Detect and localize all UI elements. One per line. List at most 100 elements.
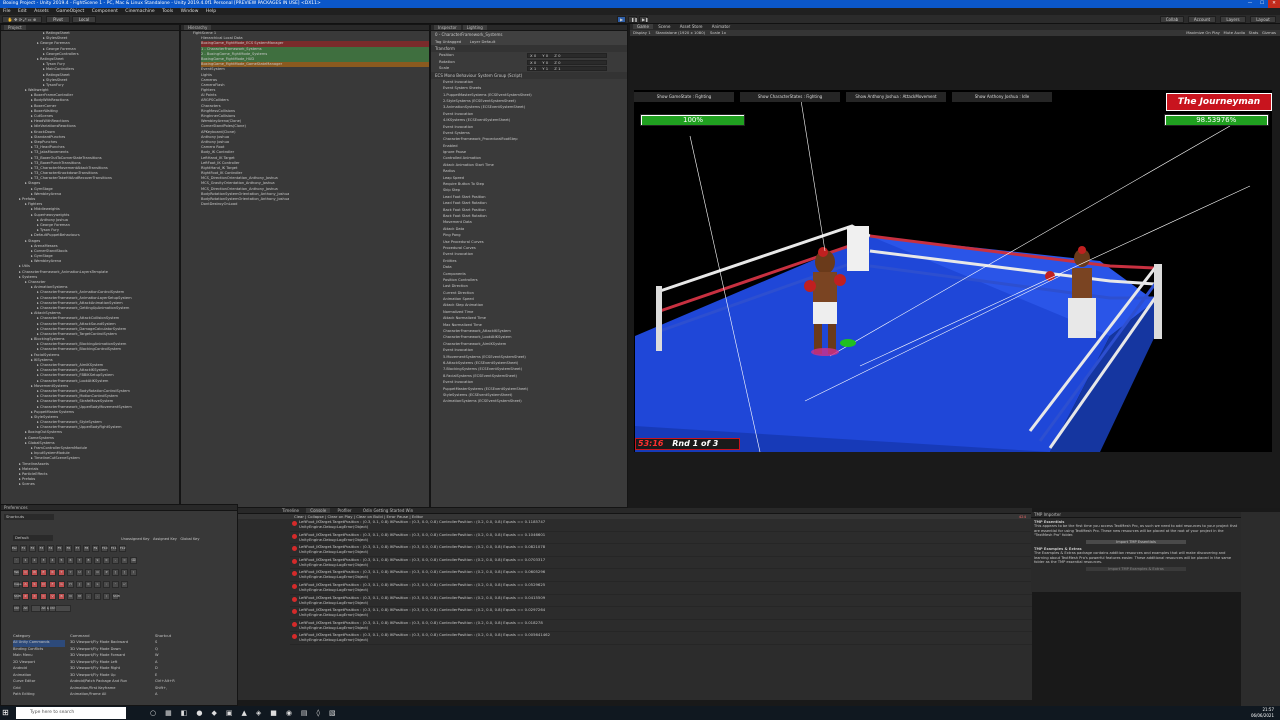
keyboard-layout[interactable]: Esc F1 F2 F3 F4 F5 F6 F7 F8 F9 F10 F11 F12 ` 1 2 3 4 5 6 7 8 9… <box>11 545 236 620</box>
game-view[interactable]: Show GameState : Fighting Show Character… <box>630 36 1280 508</box>
console-log-row[interactable]: LeftFoot_IKTarget.TargetPosition : (0.3,… <box>290 544 1032 557</box>
keyboard-key[interactable]: F <box>49 581 56 588</box>
keyboard-key[interactable]: L <box>94 581 101 588</box>
console-log-row[interactable]: LeftFoot_IKTarget.TargetPosition : (0.3,… <box>290 607 1032 620</box>
keyboard-key[interactable]: [ <box>112 569 119 576</box>
show-gamestate-button[interactable]: Show GameState : Fighting <box>634 92 734 102</box>
rotation-xyz[interactable]: X 0 Y 0 Z 0 <box>527 59 607 65</box>
component-header[interactable]: ECS Mono Behaviour System Group (Script) <box>431 71 627 79</box>
maximize-button[interactable]: ☐ <box>1256 0 1268 8</box>
keyboard-key[interactable]: 0 <box>103 557 110 564</box>
keyboard-key[interactable]: R <box>49 569 56 576</box>
play-button[interactable]: ▶ <box>617 16 626 23</box>
keyboard-key[interactable]: Caps <box>13 581 21 588</box>
tab-hierarchy[interactable]: Hierarchy <box>184 25 212 30</box>
console-log-row[interactable]: LeftFoot_IKTarget.TargetPosition : (0.3,… <box>290 595 1032 608</box>
keyboard-key[interactable]: 8 <box>85 557 92 564</box>
keyboard-key[interactable]: = <box>121 557 128 564</box>
keyboard-key[interactable]: ' <box>112 581 119 588</box>
project-item[interactable]: ▸ Scenes <box>1 482 179 487</box>
keyboard-key[interactable]: . <box>94 593 101 600</box>
keyboard-key[interactable]: ` <box>13 557 20 564</box>
keyboard-key[interactable]: Tab <box>13 569 20 576</box>
keyboard-key[interactable]: J <box>76 581 83 588</box>
keyboard-key[interactable]: E <box>40 569 47 576</box>
tab-lighting[interactable]: Lighting <box>462 25 487 30</box>
keyboard-key[interactable]: F4 <box>47 545 54 552</box>
hierarchy-tree[interactable]: Hierarchical Local Data BoxingGame_FightM… <box>181 36 429 207</box>
console-log-row[interactable]: LeftFoot_IKTarget.TargetPosition : (0.3,… <box>290 632 1032 645</box>
tab-animator[interactable]: Animator <box>708 24 734 29</box>
gizmos-toggle[interactable]: Gizmos <box>1262 30 1276 35</box>
tab-console[interactable]: Console <box>306 508 331 513</box>
taskbar-app-icons[interactable]: ○▦◧●◆▣▲◈■◉▤◊▧ <box>150 709 345 717</box>
keyboard-key[interactable]: / <box>103 593 110 600</box>
keyboard-key[interactable]: P <box>103 569 110 576</box>
windows-start-icon[interactable]: ⊞ <box>2 708 12 718</box>
keyboard-key[interactable]: - <box>112 557 119 564</box>
shortcut-profile-dropdown[interactable]: Default <box>13 535 53 541</box>
category-item[interactable]: Path Editing <box>13 692 65 699</box>
keyboard-key[interactable]: , <box>85 593 92 600</box>
keyboard-key[interactable]: Shift <box>112 593 120 600</box>
close-button[interactable]: ✕ <box>1268 0 1280 8</box>
keyboard-key[interactable]: F1 <box>20 545 27 552</box>
keyboard-key[interactable]: F3 <box>38 545 45 552</box>
keyboard-key[interactable]: F7 <box>74 545 81 552</box>
keyboard-key[interactable]: 7 <box>76 557 83 564</box>
pivot-toggle[interactable]: Pivot <box>46 16 70 23</box>
layout-dropdown[interactable]: Layout <box>1250 16 1276 23</box>
import-tmp-essentials-button[interactable]: Import TMP Essentials <box>1086 539 1186 545</box>
pause-button[interactable]: ❚❚ <box>628 16 638 23</box>
tab-game[interactable]: Game <box>633 24 653 29</box>
keyboard-key[interactable]: \ <box>130 569 137 576</box>
keyboard-key[interactable]: Q <box>22 569 29 576</box>
keyboard-key[interactable]: S <box>31 581 38 588</box>
collab-button[interactable]: Collab <box>1160 16 1184 23</box>
keyboard-key[interactable]: I <box>85 569 92 576</box>
transform-tools[interactable]: ✋ ✥ ⟳ ⤢ ▭ ⊕ <box>2 16 42 23</box>
keyboard-key[interactable]: X <box>31 593 38 600</box>
tab-inspector[interactable]: Inspector <box>434 25 461 30</box>
keyboard-key[interactable]: G <box>58 581 65 588</box>
keyboard-key[interactable]: Alt <box>40 605 47 612</box>
keyboard-key[interactable]: F9 <box>92 545 99 552</box>
command-list[interactable]: 3D Viewport/Fly Mode Backward S 3D Viewpor… <box>70 640 230 699</box>
menu-edit[interactable]: Edit <box>18 9 27 14</box>
keyboard-key[interactable]: K <box>85 581 92 588</box>
menu-assets[interactable]: Assets <box>34 9 49 14</box>
account-dropdown[interactable]: Account <box>1188 16 1216 23</box>
preferences-search[interactable]: Shortcuts <box>4 514 54 520</box>
keyboard-key[interactable]: T <box>58 569 65 576</box>
local-toggle[interactable]: Local <box>72 16 96 23</box>
stats-toggle[interactable]: Stats <box>1249 30 1259 35</box>
console-log-row[interactable]: LeftFoot_IKTarget.TargetPosition : (0.3,… <box>290 519 1032 532</box>
show-idle-button[interactable]: Show Anthony Joshua : Idle <box>952 92 1052 102</box>
keyboard-key[interactable]: F11 <box>110 545 117 552</box>
object-name[interactable]: 0 - CharacterFramework_Systems <box>431 31 627 38</box>
keyboard-key[interactable]: D <box>40 581 47 588</box>
tab-asset-store[interactable]: Asset Store <box>676 24 707 29</box>
scale-value[interactable]: 1x <box>721 30 726 35</box>
keyboard-key[interactable]: 3 <box>40 557 47 564</box>
minimize-button[interactable]: — <box>1244 0 1256 8</box>
taskbar-clock[interactable]: 21:57 06/06/2021 <box>1251 707 1274 719</box>
keyboard-key[interactable]: F10 <box>101 545 108 552</box>
mute-audio-toggle[interactable]: Mute Audio <box>1224 30 1246 35</box>
keyboard-key[interactable]: Ctrl <box>13 605 20 612</box>
console-log-row[interactable]: LeftFoot_IKTarget.TargetPosition : (0.3,… <box>290 557 1032 570</box>
keyboard-key[interactable]: B <box>58 593 65 600</box>
display-dropdown[interactable]: Display 1 <box>633 30 651 35</box>
console-log-row[interactable]: LeftFoot_IKTarget.TargetPosition : (0.3,… <box>290 532 1032 545</box>
tab-project[interactable]: Project <box>4 25 26 30</box>
keyboard-key[interactable]: W <box>31 569 38 576</box>
keyboard-key[interactable]: 5 <box>58 557 65 564</box>
resolution-dropdown[interactable]: Standalone (1920 x 1080) <box>655 30 705 35</box>
keyboard-key[interactable]: ; <box>103 581 110 588</box>
keyboard-key[interactable]: Alt <box>22 605 29 612</box>
keyboard-key[interactable]: F8 <box>83 545 90 552</box>
console-log-row[interactable]: LeftFoot_IKTarget.TargetPosition : (0.3,… <box>290 620 1032 633</box>
keyboard-key[interactable]: ↵ <box>121 581 128 588</box>
keyboard-key[interactable]: F12 <box>119 545 126 552</box>
keyboard-key[interactable]: H <box>67 581 74 588</box>
